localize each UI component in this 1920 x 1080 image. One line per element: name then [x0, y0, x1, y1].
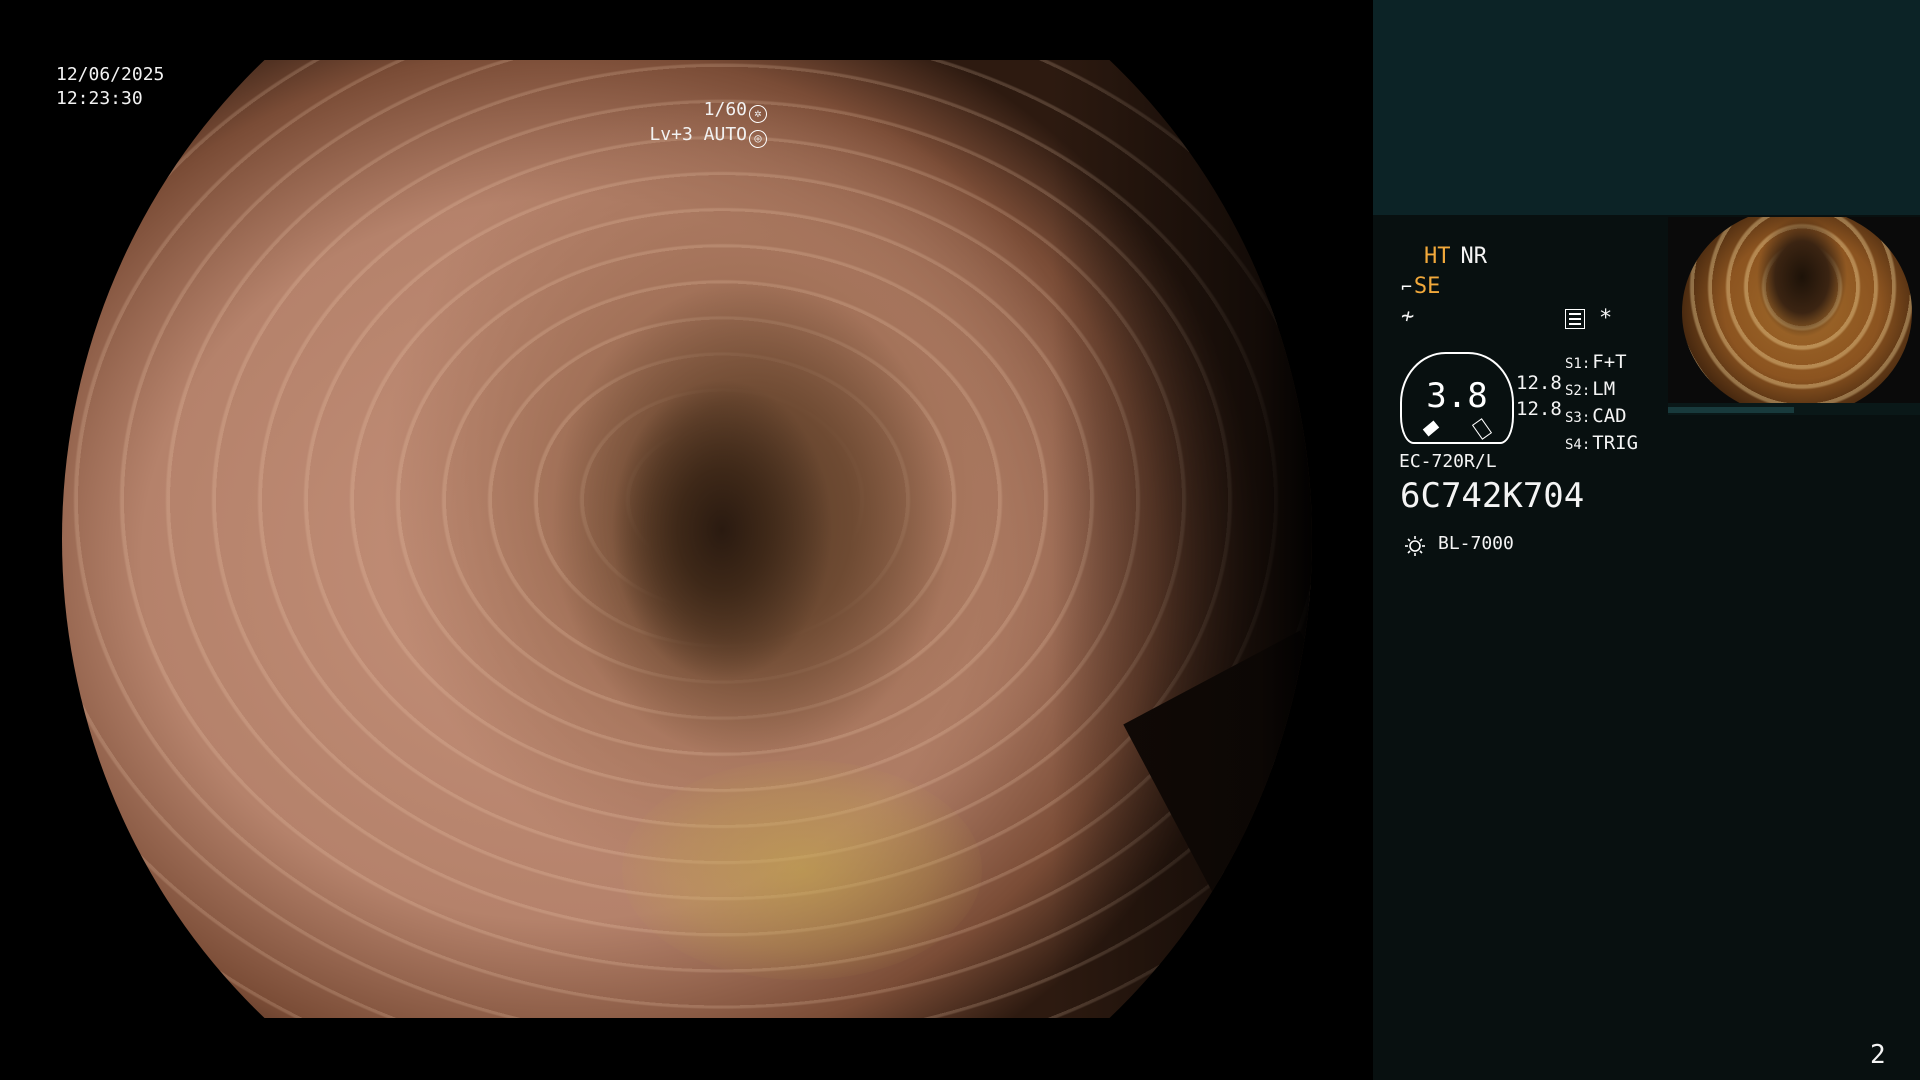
mode-text: AUTO — [703, 124, 747, 145]
scope-glyph-icon: ⌐ — [1401, 277, 1412, 298]
exposure-block: 1/60 ✲ Lv+3 AUTO ◎ — [567, 98, 767, 148]
thumbnail-status-bar — [1668, 403, 1920, 415]
thumbnail-picture — [1682, 217, 1912, 403]
gauge: 3.8 — [1400, 352, 1514, 444]
gauge-left-marker — [1422, 420, 1440, 437]
menu-icon — [1565, 309, 1585, 329]
time-text: 12:23:30 — [56, 88, 143, 109]
date-time-block: 12/06/2025 12:23:30 — [56, 63, 164, 111]
switch-item: S1: F+T — [1565, 351, 1627, 373]
light-source-label: BL-7000 — [1438, 533, 1514, 554]
se-row: ⌐SE — [1401, 274, 1440, 299]
gauge-numbers: 12.8 12.8 — [1516, 370, 1562, 422]
scope-model: EC-720R/L — [1399, 451, 1497, 472]
level-text: Lv+3 — [649, 124, 693, 145]
right-edge-shadow — [1052, 60, 1312, 1018]
endoscopic-image — [62, 60, 1312, 1018]
gauge-right-marker — [1471, 418, 1493, 440]
gauge-value: 3.8 — [1426, 376, 1488, 416]
side-panel-header — [1373, 0, 1920, 215]
endoscope-view-area: 12/06/2025 12:23:30 1/60 ✲ Lv+3 AUTO ◎ — [0, 0, 1373, 1080]
shutter-icon: ✲ — [749, 105, 767, 123]
scope-serial: 6C742K704 — [1400, 476, 1585, 516]
gauge-number-2: 12.8 — [1516, 398, 1562, 420]
nr-label: NR — [1460, 244, 1488, 269]
shutter-text: 1/60 — [703, 99, 747, 120]
se-label: SE — [1413, 274, 1441, 299]
date-text: 12/06/2025 — [56, 64, 165, 85]
gauge-number-1: 12.8 — [1516, 372, 1562, 394]
star-marker: * — [1599, 306, 1613, 331]
page-number: 2 — [1870, 1040, 1886, 1070]
auto-iris-icon: ◎ — [749, 130, 767, 148]
switch-item: S4: TRIG — [1565, 432, 1639, 454]
freeze-row: ≁ — [1401, 304, 1414, 329]
ht-label: HT — [1424, 244, 1451, 269]
switch-item: S3: CAD — [1565, 405, 1627, 427]
light-source-icon — [1405, 536, 1425, 556]
switch-item: S2: LM — [1565, 378, 1616, 400]
ht-nr-row: HT NR — [1424, 244, 1497, 269]
switch-list: S1: F+T S2: LM S3: CAD S4: TRIG — [1565, 350, 1638, 458]
freeze-icon: ≁ — [1401, 304, 1415, 329]
bile-fluid-region — [622, 760, 982, 980]
thumbnail-image[interactable] — [1668, 217, 1920, 403]
thumbnail-progress — [1668, 407, 1794, 413]
